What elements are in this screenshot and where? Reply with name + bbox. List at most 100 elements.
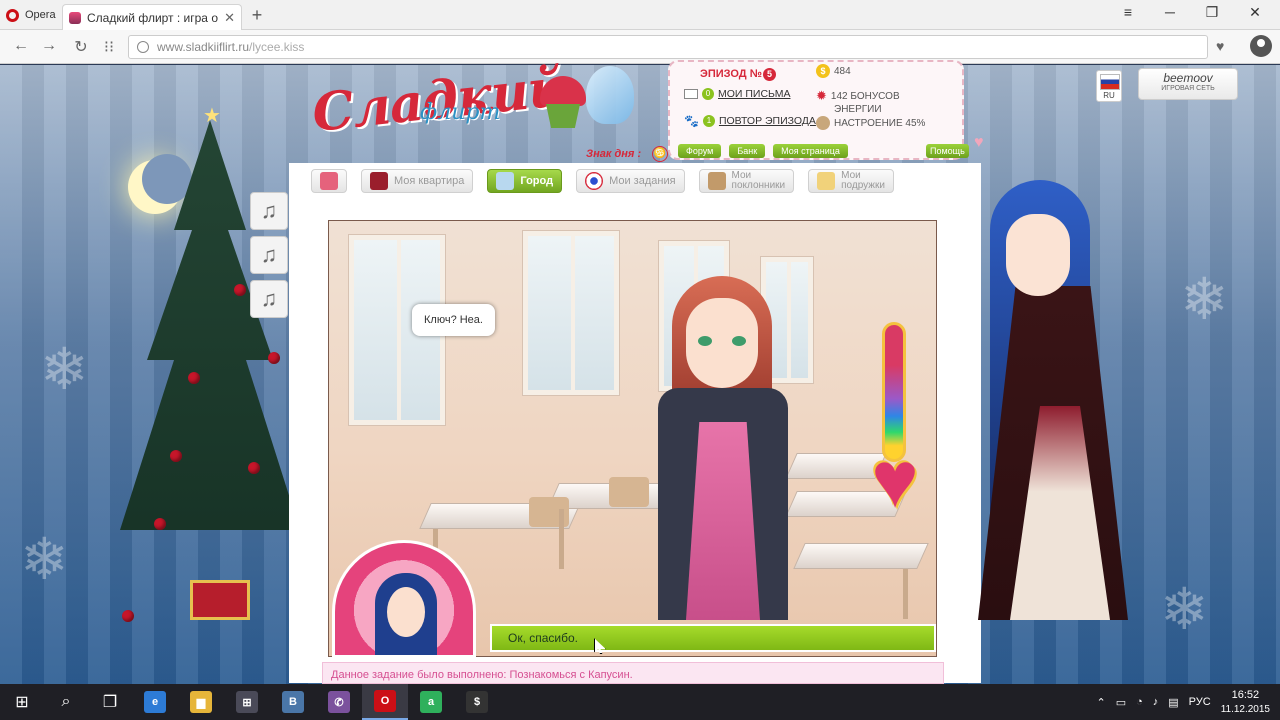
opera-menu-label: Opera bbox=[25, 9, 56, 21]
back-arrow-icon[interactable]: ← bbox=[12, 37, 30, 55]
beemoov-network-logo[interactable]: beemoov ИГРОВАЯ СЕТЬ bbox=[1138, 68, 1238, 100]
music-toggle-1[interactable]: ♫ bbox=[250, 192, 288, 230]
opera-menu-button[interactable]: Opera bbox=[0, 0, 60, 30]
opera-icon: O bbox=[374, 690, 396, 712]
snowflake-icon: ❄ bbox=[40, 337, 89, 402]
repeat-count: 1 bbox=[702, 115, 715, 127]
nav-admirers[interactable]: Мои поклонники bbox=[698, 169, 795, 193]
language-flag[interactable]: RU bbox=[1096, 70, 1122, 102]
task-view-icon[interactable]: ❐ bbox=[88, 684, 132, 720]
close-window-button[interactable]: ✕ bbox=[1245, 4, 1265, 21]
antivirus-icon: a bbox=[420, 691, 442, 713]
bonus-value: 142 БОНУСОВ bbox=[830, 90, 900, 102]
school-chair bbox=[609, 477, 649, 507]
snowflake-icon: ❄ bbox=[1160, 577, 1209, 642]
tab-menu-icon[interactable]: ≡ bbox=[1118, 4, 1138, 20]
address-input[interactable]: www.sladkiiflirt.ru/lycee.kiss bbox=[128, 35, 1208, 59]
answer-option-button[interactable]: Ок, спасибо. bbox=[490, 624, 936, 652]
house-icon bbox=[320, 172, 338, 190]
browser-tab[interactable]: Сладкий флирт : игра о л ✕ bbox=[62, 4, 242, 30]
system-tray: ⌃ ▭ ◔ ♪ ▤ РУС 16:52 11.12.2015 bbox=[1096, 684, 1280, 720]
cupcake-favicon-icon bbox=[69, 11, 81, 24]
address-toolbar: ← → ↻ ⁝⁝ www.sladkiiflirt.ru/lycee.kiss … bbox=[0, 30, 1280, 64]
taskbar-app-vk[interactable]: В bbox=[270, 684, 316, 720]
chevron-up-icon[interactable]: ⌃ bbox=[1096, 696, 1105, 709]
taskbar-app-explorer[interactable]: ▆ bbox=[178, 684, 224, 720]
my-page-button[interactable]: Моя страница bbox=[773, 144, 848, 158]
explorer-icon: ▆ bbox=[190, 691, 212, 713]
minimize-button[interactable]: ─ bbox=[1160, 4, 1180, 20]
taskbar-app-viber[interactable]: ✆ bbox=[316, 684, 362, 720]
desk-leg bbox=[903, 569, 908, 619]
cupcake-logo-icon bbox=[540, 76, 586, 130]
site-logo-sub: флирт bbox=[420, 100, 501, 125]
my-letters-link[interactable]: 0 МОИ ПИСЬМА bbox=[684, 88, 790, 100]
forum-button[interactable]: Форум bbox=[678, 144, 722, 158]
mood-value: НАСТРОЕНИЕ 45% bbox=[834, 117, 926, 129]
taskbar-app-app-s[interactable]: $ bbox=[454, 684, 500, 720]
bookmark-heart-icon[interactable]: ♥ bbox=[1216, 38, 1224, 54]
coins-stat: $ 484 bbox=[816, 64, 851, 78]
heart-decoration-icon: ♥ bbox=[974, 134, 984, 151]
nav-friends[interactable]: Мои подружки bbox=[808, 169, 894, 193]
app-s-icon: $ bbox=[466, 691, 488, 713]
ornament bbox=[170, 450, 182, 462]
new-tab-button[interactable]: + bbox=[249, 5, 265, 26]
sofa-icon bbox=[370, 172, 388, 190]
taskbar-app-opera[interactable]: O bbox=[362, 684, 408, 720]
ornament bbox=[188, 372, 200, 384]
coins-value: 484 bbox=[834, 65, 851, 77]
restore-button[interactable]: ❐ bbox=[1202, 4, 1222, 21]
ornament bbox=[154, 518, 166, 530]
zodiac-sign-icon[interactable]: ♋ bbox=[652, 146, 668, 162]
snowflake-icon: ❄ bbox=[20, 527, 69, 592]
gift-boxes-decoration bbox=[190, 580, 250, 620]
paw-icon: 🐾 bbox=[684, 114, 699, 128]
taskbar-app-store[interactable]: ⊞ bbox=[224, 684, 270, 720]
bank-button[interactable]: Банк bbox=[729, 144, 766, 158]
nav-city[interactable]: Город bbox=[487, 169, 563, 193]
sign-of-day-label: Знак дня : bbox=[586, 148, 642, 160]
nav-tasks[interactable]: Мои задания bbox=[576, 169, 685, 193]
nav-home[interactable] bbox=[311, 169, 347, 193]
speech-bubble: Ключ? Нea. bbox=[412, 304, 495, 336]
input-language[interactable]: РУС bbox=[1189, 696, 1211, 708]
windows-taskbar: ⊞ ⌕ ❐ e ▆ ⊞ В ✆ Oa $ ⌃ ▭ ◔ ♪ ▤ РУС 16:52 11.12.… bbox=[0, 684, 1280, 720]
envelope-icon bbox=[684, 89, 698, 99]
network-icon[interactable]: ◔ bbox=[1136, 696, 1143, 708]
repeat-label: ПОВТОР ЭПИЗОДА bbox=[718, 115, 816, 127]
boy-avatar-icon bbox=[707, 172, 726, 190]
opera-logo-icon bbox=[6, 8, 19, 22]
windows-start-icon[interactable]: ⊞ bbox=[0, 684, 44, 720]
bonus-icon: ✹ bbox=[816, 88, 827, 103]
clock[interactable]: 16:52 11.12.2015 bbox=[1221, 688, 1270, 717]
taskbar-app-edge[interactable]: e bbox=[132, 684, 178, 720]
tab-title: Сладкий флирт : игра о л bbox=[87, 10, 219, 25]
reload-icon[interactable]: ↻ bbox=[72, 37, 90, 57]
taskbar-app-antivirus[interactable]: a bbox=[408, 684, 454, 720]
forward-arrow-icon[interactable]: → bbox=[40, 37, 58, 55]
music-toggle-2[interactable]: ♫ bbox=[250, 236, 288, 274]
battery-icon[interactable]: ▭ bbox=[1116, 696, 1126, 709]
player-character-right bbox=[976, 180, 1152, 620]
search-icon[interactable]: ⌕ bbox=[44, 684, 88, 720]
target-icon bbox=[585, 172, 604, 190]
ice-heart-decoration bbox=[586, 66, 634, 124]
moon-decoration bbox=[128, 154, 192, 214]
clock-date: 11.12.2015 bbox=[1220, 703, 1270, 715]
notifications-icon[interactable]: ▤ bbox=[1168, 696, 1178, 709]
repeat-episode-link[interactable]: 🐾 1 ПОВТОР ЭПИЗОДА bbox=[684, 114, 816, 128]
tab-close-icon[interactable]: ✕ bbox=[224, 10, 235, 26]
girl-avatar-icon bbox=[817, 172, 836, 190]
speed-dial-icon[interactable]: ⁝⁝ bbox=[100, 37, 118, 57]
clock-time: 16:52 bbox=[1231, 688, 1260, 701]
account-icon[interactable] bbox=[1250, 35, 1272, 57]
desk-leg bbox=[559, 509, 564, 569]
episode-number: 5 bbox=[762, 68, 776, 81]
nav-apartment[interactable]: Моя квартира bbox=[361, 169, 474, 193]
mood-stat: НАСТРОЕНИЕ 45% bbox=[816, 116, 925, 130]
music-toggle-3[interactable]: ♫ bbox=[250, 280, 288, 318]
player-stats-panel: ЭПИЗОД № 5 0 МОИ ПИСЬМА 🐾 1 ПОВТОР ЭПИЗОД… bbox=[668, 60, 964, 160]
help-button[interactable]: Помощь bbox=[926, 144, 969, 158]
volume-icon[interactable]: ♪ bbox=[1153, 696, 1159, 708]
